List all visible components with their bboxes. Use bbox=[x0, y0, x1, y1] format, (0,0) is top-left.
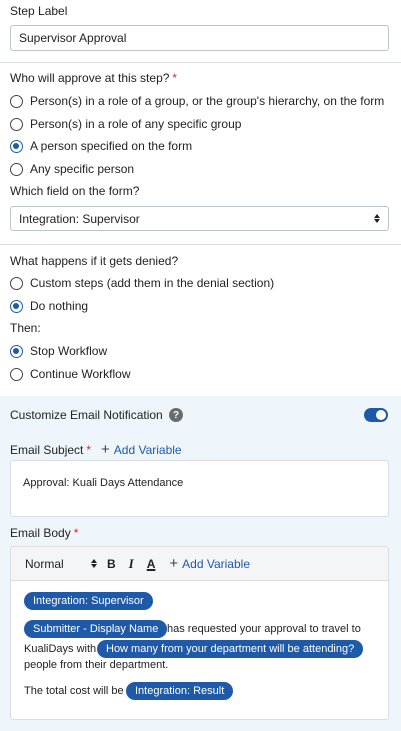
body-text-kualidays: KualiDays with bbox=[24, 643, 97, 655]
divider bbox=[0, 62, 401, 63]
radio-label: Do nothing bbox=[30, 299, 89, 313]
body-text-people: people from their department. bbox=[24, 659, 169, 671]
radio-button[interactable] bbox=[10, 94, 23, 108]
required-mark: * bbox=[73, 526, 79, 540]
email-body-editor[interactable]: Integration: Supervisor . Submitter - Di… bbox=[10, 580, 389, 720]
radio-label: Stop Workflow bbox=[30, 344, 108, 358]
approver-option-specific-person[interactable]: Any specific person bbox=[10, 160, 134, 178]
body-text-total: The total cost will be bbox=[24, 685, 124, 697]
radio-button[interactable] bbox=[10, 117, 23, 131]
radio-button-selected[interactable] bbox=[10, 299, 23, 313]
body-text-period: . bbox=[150, 594, 154, 606]
approver-option-group-hierarchy[interactable]: Person(s) in a role of a group, or the g… bbox=[10, 92, 384, 110]
radio-label: A person specified on the form bbox=[30, 139, 193, 153]
email-subject-label: Email Subject * bbox=[10, 443, 92, 457]
add-variable-label: Add Variable bbox=[182, 556, 250, 571]
variable-pill-how-many[interactable]: How many from your department will be at… bbox=[97, 640, 364, 658]
denial-option-do-nothing[interactable]: Do nothing bbox=[10, 297, 88, 315]
radio-label: Person(s) in a role of any specific grou… bbox=[30, 117, 242, 131]
plus-icon: + bbox=[169, 554, 179, 572]
format-select[interactable]: Normal bbox=[25, 557, 97, 571]
required-mark: * bbox=[172, 71, 178, 85]
denial-option-custom-steps[interactable]: Custom steps (add them in the denial sec… bbox=[10, 274, 274, 292]
radio-button[interactable] bbox=[10, 162, 23, 176]
subject-add-variable-button[interactable]: + Add Variable bbox=[101, 441, 182, 458]
select-arrows-icon bbox=[91, 559, 97, 568]
italic-button[interactable]: I bbox=[129, 556, 134, 572]
step-label-heading: Step Label bbox=[10, 4, 68, 18]
field-question: Which field on the form? bbox=[10, 184, 140, 198]
radio-label: Custom steps (add them in the denial sec… bbox=[30, 276, 275, 290]
help-icon[interactable]: ? bbox=[169, 408, 183, 422]
then-label: Then: bbox=[10, 321, 41, 335]
radio-button[interactable] bbox=[10, 276, 23, 290]
approver-question: Who will approve at this step? * bbox=[10, 71, 178, 85]
radio-label: Any specific person bbox=[30, 162, 135, 176]
customize-email-toggle[interactable] bbox=[364, 408, 388, 422]
variable-pill-supervisor[interactable]: Integration: Supervisor bbox=[24, 592, 153, 610]
divider bbox=[0, 244, 401, 245]
radio-button[interactable] bbox=[10, 367, 23, 381]
form-field-select[interactable]: Integration: Supervisor bbox=[10, 206, 389, 231]
email-subject-field[interactable]: Approval: Kuali Days Attendance bbox=[10, 460, 389, 517]
underline-button[interactable]: A bbox=[147, 557, 156, 571]
body-add-variable-button[interactable]: + Add Variable bbox=[169, 554, 250, 572]
approver-option-specific-group[interactable]: Person(s) in a role of any specific grou… bbox=[10, 115, 241, 133]
variable-pill-result[interactable]: Integration: Result bbox=[126, 682, 234, 700]
form-field-select-value: Integration: Supervisor bbox=[19, 211, 140, 226]
variable-pill-submitter[interactable]: Submitter - Display Name bbox=[24, 620, 168, 638]
customize-email-label: Customize Email Notification bbox=[10, 408, 163, 422]
rich-text-toolbar: Normal B I A + Add Variable bbox=[10, 546, 389, 580]
denial-question: What happens if it gets denied? bbox=[10, 254, 179, 268]
then-option-continue-workflow[interactable]: Continue Workflow bbox=[10, 365, 131, 383]
then-option-stop-workflow[interactable]: Stop Workflow bbox=[10, 342, 107, 360]
select-arrows-icon bbox=[374, 214, 380, 223]
plus-icon: + bbox=[101, 441, 110, 458]
radio-label: Person(s) in a role of a group, or the g… bbox=[30, 94, 385, 108]
approver-option-person-on-form[interactable]: A person specified on the form bbox=[10, 137, 192, 155]
format-select-value: Normal bbox=[25, 556, 64, 571]
step-label-input[interactable] bbox=[10, 25, 389, 51]
add-variable-label: Add Variable bbox=[113, 443, 182, 457]
required-mark: * bbox=[86, 443, 92, 457]
body-text-requested: has requested your approval to travel to bbox=[167, 623, 361, 635]
email-subject-value: Approval: Kuali Days Attendance bbox=[23, 477, 184, 489]
radio-label: Continue Workflow bbox=[30, 367, 131, 381]
email-body-label: Email Body * bbox=[10, 526, 79, 540]
bold-button[interactable]: B bbox=[107, 557, 116, 571]
radio-button-selected[interactable] bbox=[10, 139, 23, 153]
radio-button-selected[interactable] bbox=[10, 344, 23, 358]
